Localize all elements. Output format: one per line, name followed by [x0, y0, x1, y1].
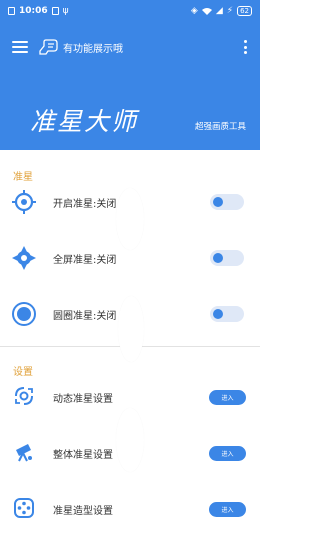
decorative-blob	[116, 408, 144, 472]
decorative-blob	[118, 296, 144, 362]
notification-icon	[51, 7, 59, 15]
row-label: 整体准星设置	[53, 449, 113, 461]
row-label: 动态准星设置	[53, 393, 113, 405]
crosshair-style-setting-row[interactable]: 准星造型设置 进入	[0, 489, 260, 529]
status-right: ◈ ◢ ⚡ 62	[191, 6, 252, 16]
crosshair-ring-icon	[12, 190, 36, 214]
usb-icon: ψ	[62, 6, 69, 16]
crosshair-diamond-icon	[12, 246, 36, 270]
circle-toggle[interactable]	[210, 306, 244, 322]
status-time: 10:06	[19, 6, 48, 16]
telescope-icon	[16, 444, 32, 462]
fullscreen-toggle[interactable]	[210, 250, 244, 266]
section-label-crosshair: 准星	[13, 172, 33, 183]
app-subtitle: 超强画质工具	[194, 122, 246, 132]
row-label: 圆圈准星:关闭	[53, 310, 117, 322]
dynamic-crosshair-icon	[15, 387, 33, 405]
decorative-blob	[116, 188, 144, 250]
nfc-icon: ◈	[190, 6, 198, 16]
feature-hand-icon	[39, 39, 58, 55]
enter-button-style[interactable]: 进入	[209, 502, 246, 517]
toolbar: 有功能展示哦	[0, 22, 260, 72]
status-left: 10:06 ψ	[8, 6, 69, 16]
toggle-knob	[213, 309, 223, 319]
status-bar: 10:06 ψ ◈ ◢ ⚡ 62	[0, 0, 260, 22]
row-label: 准星造型设置	[53, 505, 113, 517]
row-label: 开启准星:关闭	[53, 198, 117, 210]
sim-icon	[8, 7, 15, 15]
toggle-knob	[213, 197, 223, 207]
crosshair-toggle[interactable]	[210, 194, 244, 210]
crosshair-circle-icon	[12, 302, 36, 326]
more-options-icon[interactable]	[242, 40, 248, 54]
wifi-icon	[201, 8, 212, 15]
enter-button-overall[interactable]: 进入	[209, 446, 246, 461]
battery-indicator: 62	[237, 6, 252, 16]
menu-icon[interactable]	[12, 41, 28, 53]
app-title: 准星大师	[30, 107, 139, 136]
signal-icon: ◢	[215, 6, 223, 16]
enter-button-dynamic[interactable]: 进入	[209, 390, 246, 405]
feature-text[interactable]: 有功能展示哦	[63, 40, 123, 55]
section-label-settings: 设置	[13, 367, 33, 378]
toggle-knob	[213, 253, 223, 263]
charging-icon: ⚡	[226, 6, 234, 16]
row-label: 全屏准星:关闭	[53, 254, 117, 266]
header-banner: 准星大师 超强画质工具	[0, 72, 260, 150]
gamepad-icon	[14, 498, 34, 518]
